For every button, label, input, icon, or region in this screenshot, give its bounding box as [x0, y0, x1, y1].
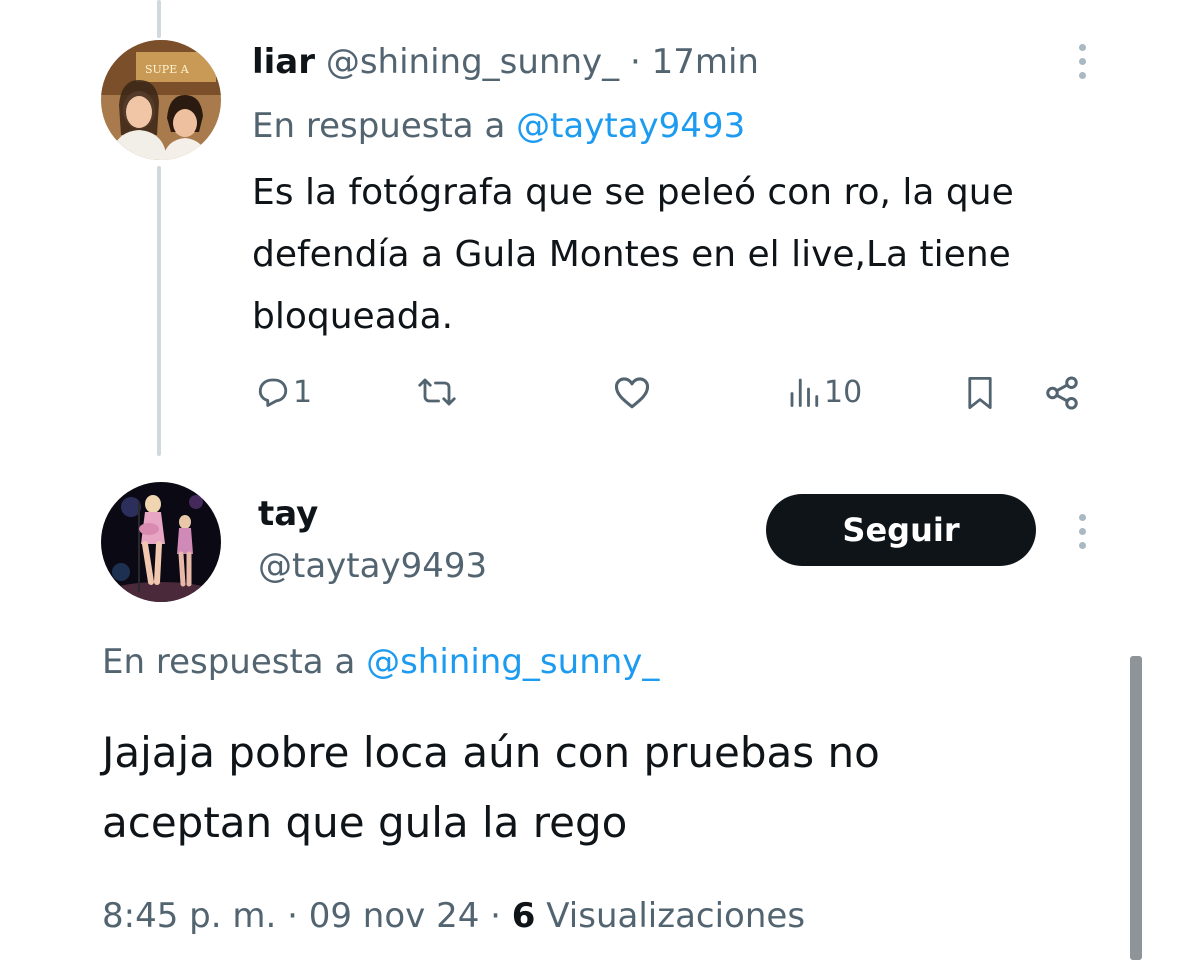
- views-label: Visualizaciones: [546, 896, 806, 936]
- display-name-tay[interactable]: tay: [258, 492, 318, 536]
- scrollbar[interactable]: [1130, 656, 1142, 960]
- reply-context-liar: En respuesta a @taytay9493: [252, 104, 745, 148]
- views-icon: [790, 378, 819, 407]
- handle-tay[interactable]: @taytay9493: [258, 544, 487, 588]
- thread-line: [157, 166, 161, 456]
- like-button[interactable]: [612, 374, 654, 410]
- reply-count: 1: [293, 374, 313, 410]
- views-count: 10: [824, 374, 863, 410]
- follow-button[interactable]: Seguir: [766, 494, 1036, 566]
- timestamp-time[interactable]: 8:45 p. m.: [102, 896, 276, 936]
- main-tweet-text: Jajaja pobre loca aún con pruebas no ace…: [102, 718, 880, 858]
- separator-dot: ·: [490, 896, 501, 936]
- avatar-sign-text: SUPE A: [145, 63, 190, 76]
- repost-button[interactable]: [417, 374, 459, 410]
- thread-line-top: [157, 0, 161, 38]
- views-count-main: 6: [511, 896, 536, 936]
- more-icon[interactable]: [1076, 44, 1088, 79]
- reply-icon: [258, 378, 288, 407]
- bookmark-button[interactable]: [962, 374, 998, 412]
- bookmark-icon: [968, 376, 992, 410]
- reply-to-mention[interactable]: @taytay9493: [516, 106, 745, 146]
- share-button[interactable]: [1042, 374, 1082, 412]
- views-button[interactable]: 10: [786, 374, 862, 410]
- reply-tweet-text: Es la fotógrafa que se peleó con ro, la …: [252, 162, 1014, 348]
- reply-prefix: En respuesta a: [252, 106, 506, 146]
- display-name-liar[interactable]: liar: [252, 42, 315, 82]
- separator-dot: ·: [287, 896, 298, 936]
- handle-liar[interactable]: @shining_sunny_: [326, 42, 619, 82]
- repost-icon: [418, 378, 456, 406]
- reply-button[interactable]: 1: [255, 374, 312, 410]
- tweet-metadata: 8:45 p. m. · 09 nov 24 · 6 Visualizacion…: [102, 894, 805, 938]
- like-icon: [614, 377, 650, 409]
- reply-tweet-text-line: Es la fotógrafa que se peleó con ro, la …: [252, 172, 1014, 213]
- timestamp-date[interactable]: 09 nov 24: [309, 896, 480, 936]
- reply-to-mention[interactable]: @shining_sunny_: [366, 642, 659, 682]
- reply-tweet-header: liar @shining_sunny_ · 17min: [252, 40, 759, 84]
- reply-context-tay: En respuesta a @shining_sunny_: [102, 640, 659, 684]
- avatar-tay[interactable]: [101, 482, 221, 602]
- more-icon[interactable]: [1076, 514, 1088, 549]
- reply-prefix: En respuesta a: [102, 642, 356, 682]
- reply-tweet-text-line: defendía a Gula Montes en el live,La tie…: [252, 234, 1011, 275]
- main-tweet-text-line: aceptan que gula la rego: [102, 798, 628, 847]
- main-tweet-text-line: Jajaja pobre loca aún con pruebas no: [102, 728, 880, 777]
- share-icon: [1046, 376, 1078, 410]
- tweet-time[interactable]: · 17min: [630, 42, 759, 82]
- reply-tweet-text-line: bloqueada.: [252, 296, 454, 337]
- avatar-liar[interactable]: SUPE A: [101, 40, 221, 160]
- avatar-liar-image: SUPE A: [101, 40, 221, 160]
- avatar-tay-image: [101, 482, 221, 602]
